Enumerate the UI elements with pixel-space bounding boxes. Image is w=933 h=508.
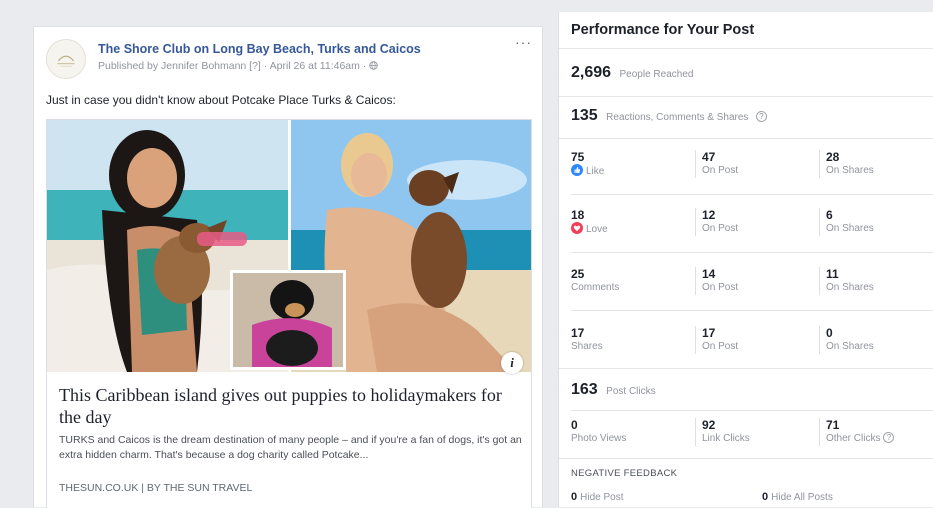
loves-on-post-label: On Post <box>702 223 739 234</box>
hide-post-label: Hide Post <box>580 492 624 503</box>
photo-views-value: 0 <box>571 418 578 432</box>
puppy-photo-collage <box>47 120 531 372</box>
likes-label: Like <box>586 166 605 177</box>
shore-club-logo-icon <box>47 40 85 78</box>
comments-on-post: 14 On Post <box>695 267 805 295</box>
link-title[interactable]: This Caribbean island gives out puppies … <box>59 384 519 428</box>
page-name-link[interactable]: The Shore Club on Long Bay Beach, Turks … <box>98 42 421 56</box>
photo-views-stat: 0 Photo Views <box>571 418 681 446</box>
post-meta-text: Published by Jennifer Bohmann [?] · Apri… <box>98 60 370 72</box>
post-clicks: 163 Post Clicks <box>571 381 656 399</box>
post-meta: Published by Jennifer Bohmann [?] · Apri… <box>98 60 378 72</box>
shares-stat: 17 Shares <box>571 326 681 354</box>
post-card: The Shore Club on Long Bay Beach, Turks … <box>33 26 543 508</box>
comments-on-post-value: 14 <box>702 267 716 281</box>
divider <box>559 48 933 49</box>
shares-label: Shares <box>571 341 603 352</box>
hide-post-stat: 0 Hide Post <box>571 491 623 503</box>
loves-on-shares-value: 6 <box>826 208 833 222</box>
other-clicks-stat: 71 Other Clicks? <box>819 418 929 446</box>
engagement-summary: 135 Reactions, Comments & Shares ? <box>571 107 767 125</box>
shares-on-shares-value: 0 <box>826 326 833 340</box>
loves-on-shares-label: On Shares <box>826 223 874 234</box>
comments-on-shares-value: 11 <box>826 267 839 281</box>
likes-on-shares-value: 28 <box>826 150 840 164</box>
help-icon[interactable]: ? <box>883 432 895 443</box>
comments-on-shares: 11 On Shares <box>819 267 929 295</box>
shares-on-post-value: 17 <box>702 326 716 340</box>
divider <box>559 368 933 369</box>
likes-stat: 75 Like <box>571 150 681 179</box>
likes-on-shares: 28 On Shares <box>819 150 929 178</box>
divider <box>559 458 933 459</box>
like-icon <box>571 164 583 176</box>
divider <box>559 96 933 97</box>
globe-icon[interactable] <box>369 61 378 70</box>
divider <box>559 138 933 139</box>
people-reached-label: People Reached <box>619 69 694 80</box>
loves-on-post: 12 On Post <box>695 208 805 236</box>
likes-on-shares-label: On Shares <box>826 165 874 176</box>
help-icon[interactable]: ? <box>755 111 767 122</box>
comments-on-post-label: On Post <box>702 282 739 293</box>
link-preview-image[interactable] <box>47 120 531 372</box>
post-clicks-value: 163 <box>571 381 598 398</box>
loves-stat: 18 Love <box>571 208 681 237</box>
likes-on-post-label: On Post <box>702 165 739 176</box>
link-clicks-stat: 92 Link Clicks <box>695 418 805 446</box>
post-clicks-label: Post Clicks <box>606 386 656 397</box>
shares-on-post: 17 On Post <box>695 326 805 354</box>
comments-stat: 25 Comments <box>571 267 681 295</box>
shares-value: 17 <box>571 326 585 340</box>
hide-all-posts-value: 0 <box>762 491 769 503</box>
page-avatar[interactable] <box>46 39 86 79</box>
divider <box>571 410 933 411</box>
negative-feedback-title: NEGATIVE FEEDBACK <box>571 468 678 479</box>
hide-post-value: 0 <box>571 491 578 503</box>
divider <box>571 310 933 311</box>
comments-label: Comments <box>571 282 620 293</box>
engagement-label: Reactions, Comments & Shares <box>606 112 749 123</box>
link-description: TURKS and Caicos is the dream destinatio… <box>59 434 522 461</box>
other-clicks-value: 71 <box>826 418 840 432</box>
loves-label: Love <box>586 224 608 235</box>
photo-views-label: Photo Views <box>571 433 627 444</box>
link-clicks-value: 92 <box>702 418 716 432</box>
link-source: THESUN.CO.UK | BY THE SUN TRAVEL <box>59 482 253 494</box>
divider <box>571 194 933 195</box>
post-insights-panel: Performance for Your Post 2,696 People R… <box>558 12 933 507</box>
comments-value: 25 <box>571 267 585 281</box>
engagement-value: 135 <box>571 107 598 124</box>
loves-on-post-value: 12 <box>702 208 716 222</box>
likes-value: 75 <box>571 150 585 164</box>
likes-on-post: 47 On Post <box>695 150 805 178</box>
shares-on-shares: 0 On Shares <box>819 326 929 354</box>
likes-on-post-value: 47 <box>702 150 716 164</box>
more-options-icon[interactable]: ··· <box>515 35 532 49</box>
divider <box>571 252 933 253</box>
hide-all-posts-label: Hide All Posts <box>771 492 833 503</box>
shares-on-post-label: On Post <box>702 341 739 352</box>
insights-title: Performance for Your Post <box>571 22 755 38</box>
post-text: Just in case you didn't know about Potca… <box>46 93 396 107</box>
loves-value: 18 <box>571 208 585 222</box>
shares-on-shares-label: On Shares <box>826 341 874 352</box>
love-icon <box>571 222 583 234</box>
people-reached-value: 2,696 <box>571 64 612 81</box>
link-clicks-label: Link Clicks <box>702 433 750 444</box>
loves-on-shares: 6 On Shares <box>819 208 929 236</box>
hide-all-posts-stat: 0 Hide All Posts <box>762 491 833 503</box>
link-preview[interactable]: i This Caribbean island gives out puppie… <box>46 119 532 508</box>
other-clicks-label: Other Clicks <box>826 433 881 444</box>
comments-on-shares-label: On Shares <box>826 282 874 293</box>
info-icon[interactable]: i <box>501 352 523 374</box>
people-reached: 2,696 People Reached <box>571 64 693 82</box>
post-header: The Shore Club on Long Bay Beach, Turks … <box>46 35 532 83</box>
